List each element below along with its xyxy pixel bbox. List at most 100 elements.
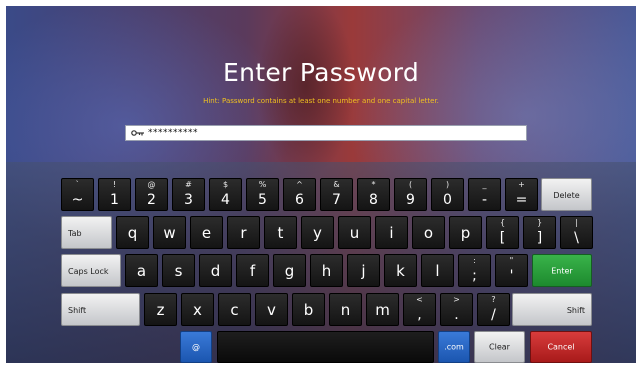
key-row1-0[interactable]: ` ~: [61, 178, 94, 211]
key-row1-10[interactable]: ) 0: [431, 178, 464, 211]
key-row4-9[interactable]: ? /: [477, 293, 510, 326]
key-shift-char: ^: [296, 180, 303, 189]
key-char: l: [435, 261, 440, 280]
key-row1-6[interactable]: ^ 6: [283, 178, 316, 211]
dotcom-key-label: .com: [444, 342, 464, 352]
delete-key-label: Delete: [553, 191, 580, 200]
key-row3-9[interactable]: :;: [458, 254, 491, 287]
key-char: -: [481, 192, 488, 208]
key-char: m: [375, 300, 390, 319]
key-char: a: [136, 261, 147, 280]
key-char: v: [267, 300, 276, 319]
key-row2-4[interactable]: t: [264, 216, 297, 249]
key-shift-char: !: [112, 180, 117, 189]
key-row4-4[interactable]: b: [292, 293, 325, 326]
space-bar[interactable]: [217, 331, 434, 363]
enter-key[interactable]: Enter: [532, 254, 592, 287]
key-row1-4[interactable]: $4: [209, 178, 242, 211]
caps-lock-key[interactable]: Caps Lock: [61, 254, 121, 287]
key-row4-0[interactable]: z: [144, 293, 177, 326]
key-row1-9[interactable]: (9: [394, 178, 427, 211]
key-row4-5[interactable]: n: [329, 293, 362, 326]
key-row2-9[interactable]: p: [449, 216, 482, 249]
key-row3-6[interactable]: j: [347, 254, 380, 287]
key-row2-2[interactable]: e: [190, 216, 223, 249]
key-char: \: [574, 230, 579, 246]
key-row2-5[interactable]: y: [301, 216, 334, 249]
key-char: r: [240, 223, 247, 242]
key-row3-4[interactable]: g: [273, 254, 306, 287]
key-row4-1[interactable]: x: [181, 293, 214, 326]
key-char: e: [201, 223, 212, 242]
key-row2-6[interactable]: u: [338, 216, 371, 249]
key-char: i: [389, 223, 394, 242]
key-row2-1[interactable]: w: [153, 216, 186, 249]
key-row1-2[interactable]: @2: [135, 178, 168, 211]
key-row3-2[interactable]: d: [199, 254, 232, 287]
key-row1-3[interactable]: #3: [172, 178, 205, 211]
key-char: o: [423, 223, 434, 242]
key-shift-char: _: [482, 180, 487, 189]
key-row2-12[interactable]: | \: [560, 216, 593, 249]
key-char: ]: [536, 230, 543, 246]
key-row3-10[interactable]: " ': [495, 254, 528, 287]
key-row1-12[interactable]: + =: [505, 178, 538, 211]
dotcom-key[interactable]: .com: [438, 331, 470, 363]
key-shift-char: @: [147, 180, 156, 189]
shift-right-key-label: Shift: [566, 306, 585, 315]
delete-key[interactable]: Delete: [541, 178, 592, 211]
key-row2-8[interactable]: o: [412, 216, 445, 249]
key-char: 4: [221, 192, 230, 208]
key-row3-3[interactable]: f: [236, 254, 269, 287]
key-row2-11[interactable]: }]: [523, 216, 556, 249]
shift-left-key[interactable]: Shift: [61, 293, 140, 326]
key-row2-0[interactable]: q: [116, 216, 149, 249]
key-row3-8[interactable]: l: [421, 254, 454, 287]
key-shift-char: ": [509, 256, 514, 265]
password-hint: Hint: Password contains at least one num…: [203, 97, 439, 105]
tab-key[interactable]: Tab: [61, 216, 112, 249]
key-char: x: [193, 300, 202, 319]
key-char: y: [313, 223, 322, 242]
password-input[interactable]: **********: [125, 125, 527, 141]
key-shift-char: <: [416, 295, 423, 304]
key-char: .: [454, 307, 459, 323]
key-row1-1[interactable]: ! 1: [98, 178, 131, 211]
key-char: f: [249, 261, 256, 280]
shift-right-key[interactable]: Shift: [512, 293, 592, 326]
key-row2-10[interactable]: {[: [486, 216, 519, 249]
key-shift-char: $: [222, 180, 229, 189]
at-key[interactable]: @: [180, 331, 212, 363]
key-char: c: [230, 300, 239, 319]
key-char: 3: [184, 192, 193, 208]
key-row1-5[interactable]: % 5: [246, 178, 279, 211]
key-row2-7[interactable]: i: [375, 216, 408, 249]
key-char: 5: [258, 192, 267, 208]
key-char: p: [460, 223, 471, 242]
key-char: g: [284, 261, 295, 280]
key-char: /: [491, 307, 496, 323]
page-title: Enter Password: [222, 58, 420, 87]
key-row1-11[interactable]: _ -: [468, 178, 501, 211]
clear-key[interactable]: Clear: [474, 331, 525, 363]
key-row4-8[interactable]: >.: [440, 293, 473, 326]
key-row4-7[interactable]: <,: [403, 293, 436, 326]
key-char: u: [349, 223, 360, 242]
key-row3-5[interactable]: h: [310, 254, 343, 287]
key-row1-8[interactable]: * 8: [357, 178, 390, 211]
key-row2-3[interactable]: r: [227, 216, 260, 249]
key-row4-3[interactable]: v: [255, 293, 288, 326]
key-row3-7[interactable]: k: [384, 254, 417, 287]
key-row4-2[interactable]: c: [218, 293, 251, 326]
key-icon: [131, 130, 144, 136]
key-row3-1[interactable]: s: [162, 254, 195, 287]
key-shift-char: >: [453, 295, 460, 304]
clear-key-label: Clear: [489, 342, 510, 352]
key-char: 0: [443, 192, 452, 208]
cancel-key[interactable]: Cancel: [530, 331, 592, 363]
key-row3-0[interactable]: a: [125, 254, 158, 287]
enter-key-label: Enter: [551, 266, 573, 275]
key-row4-6[interactable]: m: [366, 293, 399, 326]
key-row1-7[interactable]: & 7: [320, 178, 353, 211]
key-shift-char: *: [371, 180, 376, 189]
